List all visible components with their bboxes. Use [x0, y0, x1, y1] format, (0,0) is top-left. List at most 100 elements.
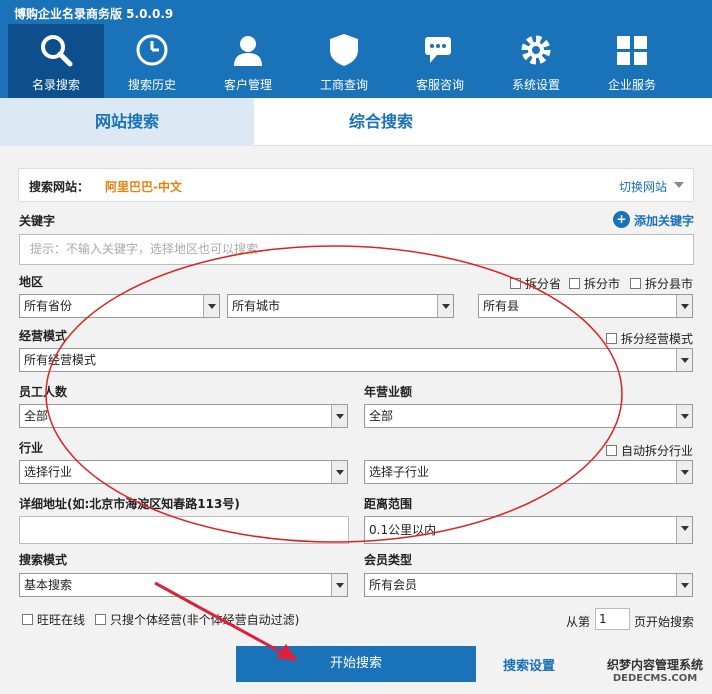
auto-split-industry-checkbox[interactable]: 自动拆分行业 — [606, 442, 693, 459]
chevron-down-icon — [676, 349, 692, 371]
search-mode-select[interactable]: 基本搜索 — [19, 573, 348, 597]
business-mode-select[interactable]: 所有经营模式 — [19, 348, 693, 372]
toolbar-label: 企业服务 — [607, 78, 656, 92]
employees-value: 全部 — [24, 409, 49, 423]
individual-only-checkbox[interactable]: 只搜个体经营(非个体经营自动过滤) — [95, 611, 299, 628]
employees-label: 员工人数 — [19, 385, 68, 399]
industry-label: 行业 — [19, 441, 44, 455]
watermark-line2: DEDECMS.COM — [612, 673, 698, 684]
site-label: 搜索网站： — [29, 180, 90, 194]
split-county-checkbox[interactable]: 拆分县市 — [630, 275, 693, 292]
add-keyword-link[interactable]: 添加关键字 — [634, 212, 694, 229]
toolbar-label: 客户管理 — [223, 78, 272, 92]
toolbar-label: 系统设置 — [511, 78, 560, 92]
search-form: 搜索网站： 阿里巴巴-中文 切换网站 关键字 + 添加关键字 提示：不输入关键字… — [0, 146, 712, 694]
wangwang-online-label: 旺旺在线 — [37, 613, 86, 627]
revenue-label: 年营业额 — [364, 385, 413, 399]
keyword-label: 关键字 — [19, 214, 56, 228]
watermark-line1: 织梦内容管理系统 — [606, 658, 703, 672]
toolbar-customers[interactable]: 客户管理 — [200, 24, 296, 98]
app-title: 博购企业名录商务版 5.0.0.9 — [14, 7, 174, 21]
toolbar-support[interactable]: 客服咨询 — [392, 24, 488, 98]
city-value: 所有城市 — [232, 299, 281, 313]
shield-icon — [330, 34, 358, 66]
chat-icon — [425, 37, 451, 63]
switch-site-link[interactable]: 切换网站 — [619, 178, 667, 195]
sub-industry-select[interactable]: 选择子行业 — [364, 460, 693, 484]
member-type-value: 所有会员 — [369, 578, 418, 592]
industry-select[interactable]: 选择行业 — [19, 460, 348, 484]
county-select[interactable]: 所有县 — [478, 294, 693, 318]
sub-industry-value: 选择子行业 — [369, 465, 430, 479]
start-page-input[interactable]: 1 — [595, 608, 630, 630]
toolbar-label: 工商查询 — [319, 78, 368, 92]
chevron-down-icon — [676, 295, 692, 317]
address-input[interactable] — [19, 516, 349, 544]
distance-label: 距离范围 — [364, 497, 413, 511]
chevron-down-icon — [331, 405, 347, 427]
split-business-mode-label: 拆分经营模式 — [621, 332, 694, 346]
chevron-down-icon — [676, 405, 692, 427]
split-business-mode-checkbox[interactable]: 拆分经营模式 — [606, 330, 693, 347]
chevron-down-icon — [676, 574, 692, 596]
member-type-select[interactable]: 所有会员 — [364, 573, 693, 597]
split-county-label: 拆分县市 — [645, 277, 694, 291]
industry-value: 选择行业 — [24, 465, 73, 479]
province-value: 所有省份 — [24, 299, 73, 313]
search-icon — [41, 35, 73, 67]
split-city-checkbox[interactable]: 拆分市 — [569, 275, 620, 292]
chevron-down-icon[interactable] — [674, 182, 684, 188]
chevron-down-icon — [331, 574, 347, 596]
individual-only-label: 只搜个体经营(非个体经营自动过滤) — [110, 613, 300, 627]
business-mode-label: 经营模式 — [19, 329, 68, 343]
keyword-input[interactable]: 提示：不输入关键字，选择地区也可以搜索 — [19, 234, 694, 265]
grid-icon — [617, 36, 647, 65]
chevron-down-icon — [331, 461, 347, 483]
watermark: 织梦内容管理系统 DEDECMS.COM — [600, 656, 710, 684]
revenue-value: 全部 — [369, 409, 394, 423]
split-city-label: 拆分市 — [584, 277, 621, 291]
toolbar-enterprise[interactable]: 企业服务 — [584, 24, 680, 98]
tab-website-search[interactable]: 网站搜索 — [0, 98, 254, 146]
chevron-down-icon — [437, 295, 453, 317]
revenue-select[interactable]: 全部 — [364, 404, 693, 428]
search-mode-value: 基本搜索 — [24, 578, 73, 592]
chevron-down-icon — [203, 295, 219, 317]
employees-select[interactable]: 全部 — [19, 404, 348, 428]
province-select[interactable]: 所有省份 — [19, 294, 220, 318]
split-province-checkbox[interactable]: 拆分省 — [510, 275, 561, 292]
county-value: 所有县 — [483, 299, 520, 313]
paging-prefix: 从第 — [566, 615, 591, 629]
address-label: 详细地址(如:北京市海淀区知春路113号) — [19, 497, 240, 511]
title-bar: 博购企业名录商务版 5.0.0.9 — [0, 0, 712, 24]
start-search-button[interactable]: 开始搜索 — [236, 646, 476, 682]
toolbar-label: 搜索历史 — [127, 78, 176, 92]
city-select[interactable]: 所有城市 — [227, 294, 454, 318]
chevron-down-icon — [676, 517, 692, 543]
distance-value: 0.1公里以内 — [369, 523, 437, 537]
split-province-label: 拆分省 — [525, 277, 562, 291]
chevron-down-icon — [676, 461, 692, 483]
toolbar-history[interactable]: 搜索历史 — [104, 24, 200, 98]
search-settings-link[interactable]: 搜索设置 — [503, 655, 555, 674]
region-label: 地区 — [19, 275, 44, 289]
auto-split-industry-label: 自动拆分行业 — [621, 444, 694, 458]
site-selector: 搜索网站： 阿里巴巴-中文 切换网站 — [18, 168, 694, 202]
toolbar-label: 名录搜索 — [31, 78, 80, 92]
gear-icon — [521, 35, 551, 65]
tab-combined-search[interactable]: 综合搜索 — [254, 98, 508, 146]
paging-suffix: 页开始搜索 — [634, 615, 695, 629]
toolbar-settings[interactable]: 系统设置 — [488, 24, 584, 98]
main-toolbar: 名录搜索 搜索历史 客户管理 工商查询 客服咨询 系统设置 企业服务 — [0, 24, 712, 98]
business-mode-value: 所有经营模式 — [24, 353, 97, 367]
toolbar-search[interactable]: 名录搜索 — [8, 24, 104, 98]
toolbar-business-query[interactable]: 工商查询 — [296, 24, 392, 98]
distance-select[interactable]: 0.1公里以内 — [364, 516, 693, 544]
add-icon[interactable]: + — [613, 211, 630, 228]
wangwang-online-checkbox[interactable]: 旺旺在线 — [22, 611, 85, 628]
toolbar-label: 客服咨询 — [415, 78, 464, 92]
site-value: 阿里巴巴-中文 — [105, 180, 182, 194]
search-mode-label: 搜索模式 — [19, 553, 68, 567]
member-type-label: 会员类型 — [364, 553, 413, 567]
clock-icon — [136, 34, 168, 66]
